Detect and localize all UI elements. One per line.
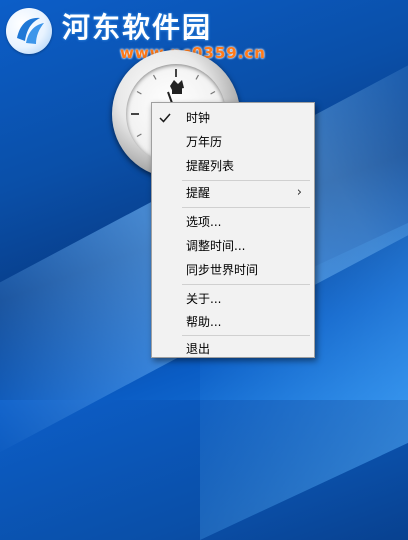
context-menu: 时钟 万年历 提醒列表 提醒 › 选项... 调整时间... 同步世界时间 关于… <box>151 102 315 358</box>
menu-item-options[interactable]: 选项... <box>152 210 314 234</box>
menu-item-label: 万年历 <box>186 135 223 149</box>
menu-item-label: 时钟 <box>186 111 211 125</box>
menu-item-label: 选项... <box>186 215 222 229</box>
menu-item-reminder-list[interactable]: 提醒列表 <box>152 154 314 178</box>
menu-item-label: 同步世界时间 <box>186 263 259 277</box>
menu-item-label: 帮助... <box>186 315 222 329</box>
menu-item-sync-world-time[interactable]: 同步世界时间 <box>152 258 314 282</box>
checkmark-icon <box>159 113 171 123</box>
menu-item-exit[interactable]: 退出 <box>152 337 314 361</box>
menu-separator <box>182 284 310 285</box>
menu-item-label: 提醒 <box>186 186 211 200</box>
menu-item-clock[interactable]: 时钟 <box>152 106 314 130</box>
menu-item-calendar[interactable]: 万年历 <box>152 130 314 154</box>
hedong-logo-icon <box>6 8 52 54</box>
menu-item-label: 关于... <box>186 292 222 306</box>
menu-item-label: 调整时间... <box>186 239 246 253</box>
menu-item-help[interactable]: 帮助... <box>152 310 314 334</box>
menu-item-label: 退出 <box>186 342 211 356</box>
menu-item-about[interactable]: 关于... <box>152 287 314 311</box>
watermark-site-title: 河东软件园 <box>62 11 213 44</box>
menu-item-label: 提醒列表 <box>186 159 235 173</box>
menu-item-reminder[interactable]: 提醒 › <box>152 181 314 205</box>
menu-item-adjust-time[interactable]: 调整时间... <box>152 234 314 258</box>
menu-separator <box>182 335 310 336</box>
menu-separator <box>182 207 310 208</box>
chevron-right-icon: › <box>296 185 302 200</box>
